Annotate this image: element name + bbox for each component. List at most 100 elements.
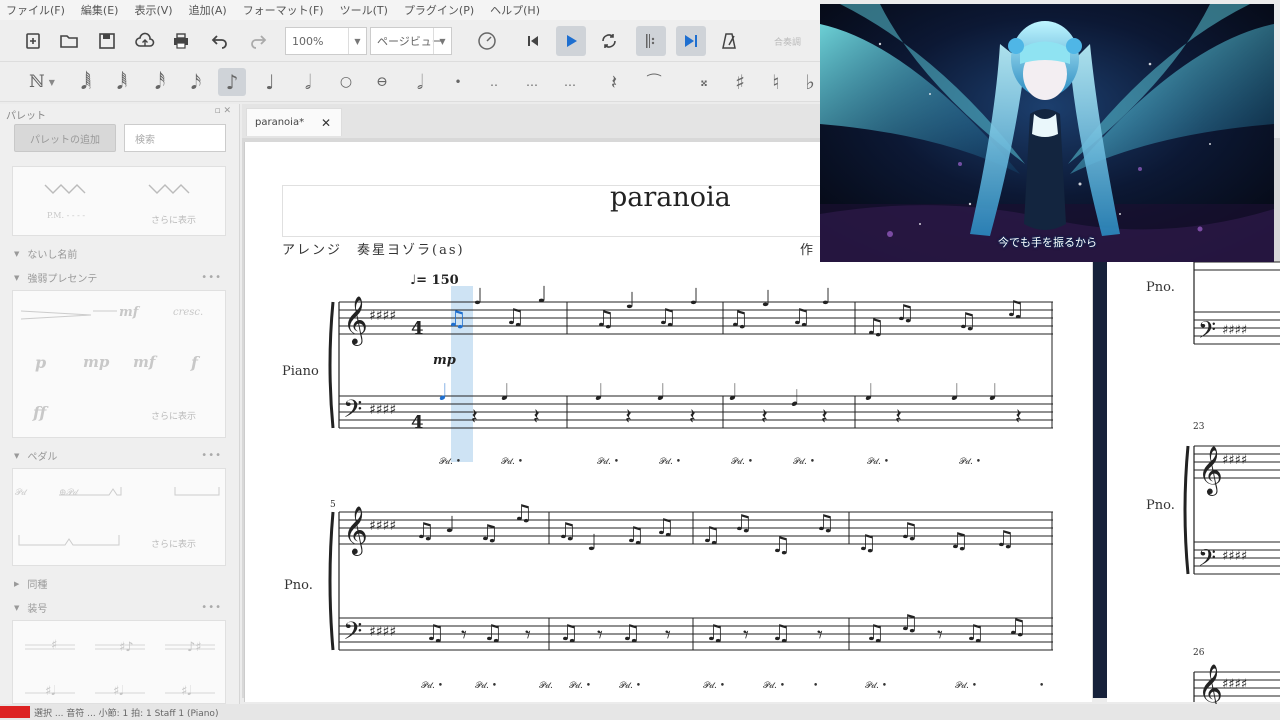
menu-tools[interactable]: ツール(T) [340,2,388,18]
more-options-icon[interactable]: ••• [201,272,222,283]
play-repeats-icon[interactable] [636,26,666,56]
palm-mute-line[interactable]: P.M. - - - - [47,211,85,220]
title-frame[interactable] [282,185,822,237]
svg-text:♫: ♫ [557,519,577,544]
duration-quarter-icon[interactable]: ♩ [256,68,284,96]
more-options-icon[interactable]: ••• [201,450,222,461]
panel-controls-icon[interactable]: ▫ ✕ [214,106,231,116]
section-header-1[interactable]: ▼ ないし名前 [14,246,226,262]
dynamics-palette-box: mf cresc. p mp mf f ff さらに表示 [12,290,226,438]
concert-pitch-label[interactable]: 合奏調 [774,35,801,48]
palette-title: パレット [6,111,46,122]
duration-128th-icon[interactable]: 𝅘𝅥𝅲 [72,68,100,96]
instrument-name-piano[interactable]: Piano [282,364,319,379]
zoom-select[interactable]: 100% ▼ [285,27,367,55]
lines-palette-box: P.M. - - - - さらに表示 [12,166,226,236]
instrument-name-short[interactable]: Pno. [1146,280,1175,295]
duration-64th-icon[interactable]: 𝅘𝅥𝅱 [108,68,136,96]
trill-line-icon[interactable] [43,181,93,197]
more-pedals-link[interactable]: さらに表示 [151,537,196,550]
hairpin-diminuendo-icon[interactable] [19,309,119,321]
duration-32nd-icon[interactable]: 𝅘𝅥𝅰 [146,68,174,96]
view-mode-select[interactable]: ページビュー ▼ [370,27,452,55]
undo-icon[interactable] [204,26,234,56]
menu-help[interactable]: ヘルプ(H) [490,2,540,18]
more-lines-link[interactable]: さらに表示 [151,213,196,226]
composer-credit[interactable]: 作 [800,239,813,258]
more-dynamics-link[interactable]: さらに表示 [151,409,196,422]
section-header-4[interactable]: ▶ 同種 [14,576,226,592]
natural-icon[interactable]: ♮ [762,68,790,96]
play-icon[interactable] [556,26,586,56]
svg-text:♫: ♫ [771,621,791,646]
section-header-5[interactable]: ▼ 装号 ••• [14,600,226,615]
duration-eighth-icon[interactable]: ♪ [218,68,246,96]
dynamic-ff[interactable]: ff [33,403,46,422]
menu-add[interactable]: 追加(A) [189,2,227,18]
new-score-icon[interactable] [18,26,48,56]
dynamic-mf[interactable]: mf [133,353,155,371]
tie-icon[interactable]: ⁀ [640,68,668,96]
duration-16th-icon[interactable]: 𝅘𝅥𝅯 [182,68,210,96]
tab-paranoia[interactable]: paranoia* ✕ [246,108,342,136]
pedal-bracket-icon[interactable] [15,533,125,549]
score-title[interactable]: paranoia [610,182,731,213]
more-options-icon[interactable]: ••• [201,602,222,613]
note-input-mode-button[interactable]: ℕ ▼ [20,68,64,96]
duration-half-icon[interactable]: 𝅗𝅥 [294,68,322,96]
save-icon[interactable] [92,26,122,56]
grace-note-icons[interactable]: ♯ ♯♪ ♪♯ ♯𝅘𝅥 ♯𝅘𝅥 ♯𝅘𝅥 [21,629,221,699]
cresc-line[interactable]: cresc. [173,307,203,318]
pedal-lines-icon[interactable]: 𝒫𝒹 ⊕𝒫𝒹 [15,483,225,501]
triple-dot-icon[interactable]: … [518,68,546,96]
instrument-name-short[interactable]: Pno. [284,578,313,593]
menu-plugins[interactable]: プラグイン(P) [404,2,474,18]
svg-text:♯𝅘𝅥: ♯𝅘𝅥 [181,684,192,699]
dynamic-mp-marking[interactable]: mp [433,353,456,368]
system-1[interactable]: 𝄞 𝄢 ♯♯♯♯ ♯♯♯♯ 4 4 ♫♩♫♩ ♫♩♫♩ ♫♩♫♩ ♫♫ ♫ ♫ 𝅘𝅥… [325,280,1055,480]
print-icon[interactable] [166,26,196,56]
duration-whole-icon[interactable]: ○ [332,68,360,96]
pan-score-icon[interactable] [676,26,706,56]
arranger-credit[interactable]: アレンジ 奏星ヨゾラ(as) [282,239,465,258]
menu-edit[interactable]: 編集(E) [81,2,119,18]
loop-icon[interactable] [594,26,624,56]
zoom-value: 100% [292,34,324,48]
svg-text:𝄽: 𝄽 [821,405,828,430]
metronome-dial-icon[interactable] [472,26,502,56]
cloud-upload-icon[interactable] [130,26,160,56]
svg-text:♫: ♫ [771,533,791,558]
vibrato-line-icon[interactable] [147,181,197,197]
add-palette-button[interactable]: パレットの追加 [14,124,116,152]
dynamic-p[interactable]: p [35,353,46,372]
section-header-3[interactable]: ▼ ペダル ••• [14,448,226,463]
rest-icon[interactable]: 𝄽 [600,68,628,96]
video-overlay [820,4,1274,262]
augmentation-dot-icon[interactable]: • [444,68,472,96]
mf-hairpin[interactable]: mf [119,305,138,320]
key-signature-icon: ♯♯♯♯ [1222,677,1247,692]
metronome-icon[interactable] [714,26,744,56]
dynamic-f[interactable]: f [191,353,198,372]
close-icon[interactable]: ✕ [321,116,331,130]
system-2[interactable]: 𝄞 𝄢 ♯♯♯♯ ♯♯♯♯ ♫ ♩ ♫ ♫ ♫ ♩ ♫ ♫ ♫ ♫ ♫ ♫ ♫ ♫ ♫ ♫ ♫ 𝄾 ♫ 𝄾 ♫… [325,490,1055,700]
palette-search-input[interactable]: 検索 [124,124,226,152]
page-2-systems[interactable]: 𝄢 ♯♯♯♯ 𝄞 ♯♯♯♯ 𝄢 ♯♯♯♯ 𝄞 ♯♯♯♯ [1180,261,1280,714]
redo-icon[interactable] [244,26,274,56]
menu-file[interactable]: ファイル(F) [6,2,65,18]
menu-view[interactable]: 表示(V) [134,2,172,18]
open-folder-icon[interactable] [54,26,84,56]
menu-format[interactable]: フォーマット(F) [243,2,324,18]
rewind-icon[interactable] [518,26,548,56]
duration-longa-icon[interactable]: 𝅗𝅥 [406,68,434,96]
section-header-2[interactable]: ▼ 強弱プレセンテ ••• [14,270,226,285]
instrument-name-short[interactable]: Pno. [1146,498,1175,513]
dynamic-mp[interactable]: mp [83,353,109,371]
double-sharp-icon[interactable]: 𝄪 [690,68,718,96]
quadruple-dot-icon[interactable]: … [556,68,584,96]
svg-text:𝄽: 𝄽 [625,405,632,430]
svg-text:𝄽: 𝄽 [895,405,902,430]
duration-breve-icon[interactable]: ⊖ [368,68,396,96]
sharp-icon[interactable]: ♯ [726,68,754,96]
double-dot-icon[interactable]: ‥ [480,68,508,96]
